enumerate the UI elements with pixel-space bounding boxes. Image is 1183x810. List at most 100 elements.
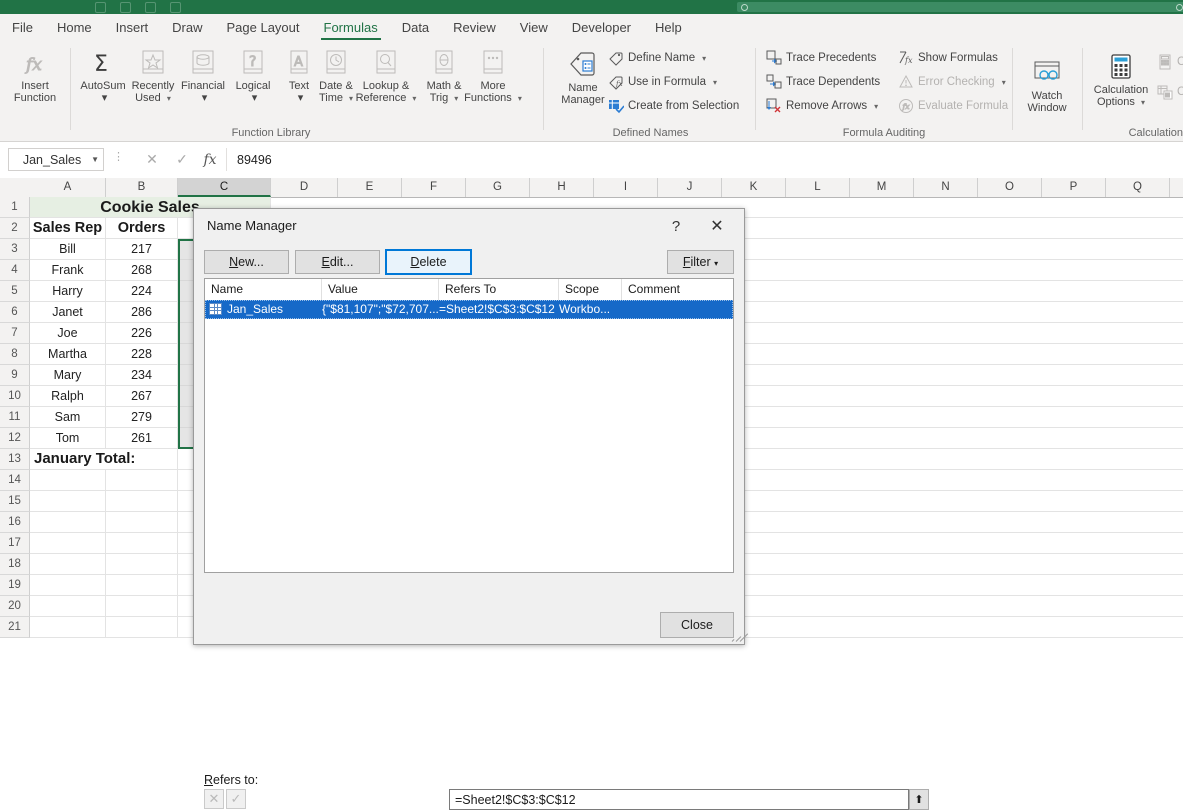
grid-cell[interactable] [106, 596, 178, 616]
grid-cell[interactable] [30, 575, 106, 595]
tab-home[interactable]: Home [45, 14, 104, 42]
column-header-scope[interactable]: Scope [559, 279, 622, 300]
cell-a9[interactable]: Mary [30, 365, 106, 385]
filter-button[interactable]: Filter ▾ [667, 250, 734, 274]
refers-confirm-button[interactable]: ✓ [226, 789, 246, 809]
calculate-sheet-button[interactable]: C [1157, 84, 1183, 100]
define-name-button[interactable]: Define Name ▾ [608, 50, 706, 66]
resize-grip[interactable] [730, 630, 749, 642]
row-header-12[interactable]: 12 [0, 428, 30, 449]
row-header-6[interactable]: 6 [0, 302, 30, 323]
name-manager-button[interactable]: Name Manager [552, 48, 614, 106]
cell-a4[interactable]: Frank [30, 260, 106, 280]
edit-button[interactable]: Edit... [295, 250, 380, 274]
close-icon[interactable]: ✕ [702, 214, 732, 238]
cell-a7[interactable]: Joe [30, 323, 106, 343]
cell-b6[interactable]: 286 [106, 302, 178, 322]
cell-a12[interactable]: Tom [30, 428, 106, 448]
column-header-c[interactable]: C [178, 178, 271, 197]
row-header-5[interactable]: 5 [0, 281, 30, 302]
grid-cell[interactable] [106, 470, 178, 490]
lookup-reference-button[interactable]: Lookup & Reference ▾ [355, 46, 417, 105]
cell-b5[interactable]: 224 [106, 281, 178, 301]
remove-arrows-chevron-down-icon[interactable]: ▾ [874, 102, 878, 111]
row-header-19[interactable]: 19 [0, 575, 30, 596]
tab-file[interactable]: File [0, 14, 45, 42]
row-header-8[interactable]: 8 [0, 344, 30, 365]
column-header-q[interactable]: Q [1106, 178, 1170, 197]
column-header-l[interactable]: L [786, 178, 850, 197]
row-header-18[interactable]: 18 [0, 554, 30, 575]
row-header-13[interactable]: 13 [0, 449, 30, 470]
formula-cancel-button[interactable]: ✕ [138, 148, 166, 171]
column-header-b[interactable]: B [106, 178, 178, 197]
refers-cancel-button[interactable]: ✕ [204, 789, 224, 809]
cell-b11[interactable]: 279 [106, 407, 178, 427]
tab-review[interactable]: Review [441, 14, 508, 42]
column-header-j[interactable]: J [658, 178, 722, 197]
column-header-comment[interactable]: Comment [622, 279, 733, 300]
calculation-options-button[interactable]: Calculation Options ▾ [1087, 50, 1155, 109]
cell-a11[interactable]: Sam [30, 407, 106, 427]
cell-b3[interactable]: 217 [106, 239, 178, 259]
ribbon-tab-strip[interactable]: File Home Insert Draw Page Layout Formul… [0, 14, 1183, 42]
error-checking-chevron-down-icon[interactable]: ▾ [1002, 78, 1006, 87]
insert-function-button[interactable]: fx Insert Function [4, 46, 66, 105]
define-name-chevron-down-icon[interactable]: ▾ [702, 54, 706, 63]
column-header-i[interactable]: I [594, 178, 658, 197]
watch-window-button[interactable]: Watch Window [1016, 56, 1078, 114]
qat-customize-icon[interactable] [170, 1, 181, 13]
grid-cell[interactable] [106, 512, 178, 532]
cell-b7[interactable]: 226 [106, 323, 178, 343]
cell-a8[interactable]: Martha [30, 344, 106, 364]
grid-cell[interactable] [30, 554, 106, 574]
column-header-p[interactable]: P [1042, 178, 1106, 197]
column-header-g[interactable]: G [466, 178, 530, 197]
formula-confirm-button[interactable]: ✓ [168, 148, 196, 171]
table-row[interactable]: Jan_Sales {"$81,107";"$72,707... =Sheet2… [205, 300, 733, 319]
create-from-selection-button[interactable]: Create from Selection [608, 98, 739, 114]
cell-b10[interactable]: 267 [106, 386, 178, 406]
cell-b9[interactable]: 234 [106, 365, 178, 385]
quick-access-toolbar[interactable] [95, 0, 181, 14]
cell-b2[interactable]: Orders [106, 218, 178, 238]
tab-data[interactable]: Data [390, 14, 441, 42]
column-header-f[interactable]: F [402, 178, 466, 197]
column-header-n[interactable]: N [914, 178, 978, 197]
grid-cell[interactable] [106, 491, 178, 511]
column-header-name[interactable]: Name [205, 279, 322, 300]
row-header-2[interactable]: 2 [0, 218, 30, 239]
row-header-10[interactable]: 10 [0, 386, 30, 407]
column-header-m[interactable]: M [850, 178, 914, 197]
cell-a2[interactable]: Sales Rep [30, 218, 106, 238]
calculate-now-button[interactable]: C [1157, 54, 1183, 70]
qat-save-icon[interactable] [95, 1, 106, 13]
tab-developer[interactable]: Developer [560, 14, 643, 42]
column-headers[interactable]: ABCDEFGHIJKLMNOPQ [0, 178, 1183, 198]
grid-cell[interactable] [30, 512, 106, 532]
cell-b12[interactable]: 261 [106, 428, 178, 448]
grid-cell[interactable] [30, 491, 106, 511]
names-list-header[interactable]: Name Value Refers To Scope Comment [205, 279, 733, 301]
name-box[interactable]: Jan_Sales ▼ [8, 148, 104, 171]
name-box-chevron-down-icon[interactable]: ▼ [91, 155, 99, 164]
row-header-1[interactable]: 1 [0, 197, 30, 218]
grid-cell[interactable] [30, 596, 106, 616]
name-manager-dialog[interactable]: Name Manager ? ✕ New... Edit... Delete F… [193, 208, 929, 810]
use-in-formula-chevron-down-icon[interactable]: ▾ [713, 78, 717, 87]
remove-arrows-button[interactable]: Remove Arrows ▾ [766, 98, 878, 114]
cell-b4[interactable]: 268 [106, 260, 178, 280]
show-formulas-button[interactable]: fx Show Formulas [898, 50, 998, 66]
cell-a5[interactable]: Harry [30, 281, 106, 301]
row-header-17[interactable]: 17 [0, 533, 30, 554]
grid-cell[interactable] [30, 617, 106, 637]
row-headers[interactable]: 1 2 3 4 5 6 7 8 9 10 11 12 13 14 15 16 17 18 19 20 21 [0, 197, 30, 638]
row-header-4[interactable]: 4 [0, 260, 30, 281]
grid-cell[interactable] [106, 533, 178, 553]
cell-b8[interactable]: 228 [106, 344, 178, 364]
grid-cell[interactable] [106, 575, 178, 595]
more-functions-button[interactable]: More Functions ▾ [462, 46, 524, 105]
tab-insert[interactable]: Insert [104, 14, 161, 42]
column-header-a[interactable]: A [30, 178, 106, 197]
formula-input[interactable]: 89496 [226, 148, 1174, 171]
